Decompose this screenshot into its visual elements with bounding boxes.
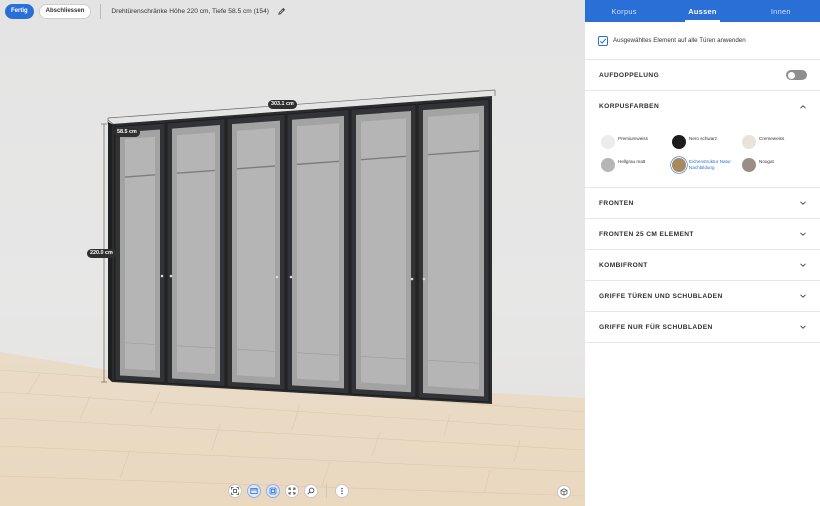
door-knob[interactable] (410, 277, 414, 281)
toggle-knob (787, 71, 795, 79)
top-toolbar: Fertig Abschliessen Drehtürenschränke Hö… (5, 3, 286, 19)
color-swatch (672, 135, 686, 149)
wardrobe-interior (177, 132, 215, 374)
fit-view-icon[interactable] (228, 484, 242, 498)
color-option-premiumweiss[interactable]: Premiumweiss (601, 135, 648, 149)
color-label: Eichenstruktur Natur Nachbildung (689, 159, 731, 170)
width-dimension-label: 303.1 cm (268, 100, 297, 109)
color-label: Hellgrau matt (618, 159, 646, 164)
height-dimension-label: 220.0 cm (87, 249, 116, 258)
door-knob[interactable] (160, 274, 164, 278)
wardrobe-interior (125, 136, 155, 371)
apply-to-all-checkbox[interactable] (598, 35, 608, 46)
done-button[interactable]: Fertig (5, 3, 34, 19)
chevron-down-icon[interactable] (799, 199, 807, 207)
section-griffe-schubladen[interactable]: GRIFFE NUR FÜR SCHUBLADEN (585, 312, 820, 343)
apply-to-all-label: Ausgewähltes Element auf alle Türen anwe… (613, 37, 746, 44)
3d-viewport[interactable]: Fertig Abschliessen Drehtürenschränke Hö… (0, 0, 585, 506)
chevron-down-icon[interactable] (799, 261, 807, 269)
section-title: FRONTEN (599, 199, 634, 207)
3d-cube-icon[interactable] (557, 485, 571, 499)
section-title: GRIFFE NUR FÜR SCHUBLADEN (599, 323, 713, 331)
color-option-eichenstruktur[interactable]: Eichenstruktur Natur Nachbildung (672, 158, 737, 172)
depth-dimension-label: 58.5 cm (114, 128, 140, 137)
tab-korpus[interactable]: Korpus (585, 0, 663, 22)
color-option-hellgrau-matt[interactable]: Hellgrau matt (601, 158, 645, 172)
color-option-cremeweiss[interactable]: Cremeweiss (742, 135, 784, 149)
chevron-down-icon[interactable] (799, 292, 807, 300)
color-label: Nero schwarz (689, 136, 718, 141)
wardrobe-interior (237, 127, 275, 378)
chevron-down-icon[interactable] (799, 323, 807, 331)
fullscreen-icon[interactable] (285, 484, 299, 498)
pencil-icon[interactable] (277, 7, 286, 16)
zoom-icon[interactable] (304, 484, 318, 498)
front-view-icon[interactable] (247, 484, 261, 498)
product-title: Drehtürenschränke Höhe 220 cm, Tiefe 58.… (111, 7, 269, 15)
more-icon[interactable] (335, 484, 349, 498)
section-title-korpusfarben: KORPUSFARBEN (599, 103, 660, 110)
color-label: Cremeweiss (759, 136, 785, 141)
door-knob[interactable] (289, 275, 293, 279)
color-swatch (601, 158, 615, 172)
color-swatch (742, 158, 756, 172)
top-view-icon[interactable] (266, 484, 280, 498)
color-swatch-selected (672, 158, 686, 172)
section-title: KOMBIFRONT (599, 261, 648, 269)
section-korpusfarben[interactable]: KORPUSFARBEN (585, 91, 820, 122)
korpusfarben-swatches: Premiumweiss Nero schwarz Cremeweiss Hel… (585, 122, 820, 188)
checkmark-icon (599, 37, 607, 44)
color-option-nougat[interactable]: Nougat (742, 158, 774, 172)
section-fronten-25cm[interactable]: FRONTEN 25 CM ELEMENT (585, 219, 820, 250)
color-swatch (742, 135, 756, 149)
chevron-down-icon[interactable] (799, 230, 807, 238)
configurator-panel: Korpus Aussen Innen Ausgewähltes Element… (585, 0, 820, 506)
color-label: Nougat (759, 159, 774, 164)
section-fronten[interactable]: FRONTEN (585, 188, 820, 219)
color-option-nero-schwarz[interactable]: Nero schwarz (672, 135, 717, 149)
finish-button[interactable]: Abschliessen (38, 3, 92, 19)
section-title: GRIFFE TÜREN UND SCHUBLADEN (599, 292, 723, 300)
apply-to-all-row[interactable]: Ausgewähltes Element auf alle Türen anwe… (585, 22, 820, 60)
door-knob[interactable] (275, 275, 279, 279)
section-title-aufdoppelung: AUFDOPPELUNG (599, 71, 660, 79)
section-griffe-tueren[interactable]: GRIFFE TÜREN UND SCHUBLADEN (585, 281, 820, 312)
section-aufdoppelung: AUFDOPPELUNG (585, 60, 820, 91)
door-knob[interactable] (422, 277, 426, 281)
aufdoppelung-toggle[interactable] (786, 70, 807, 80)
section-kombifront[interactable]: KOMBIFRONT (585, 250, 820, 281)
toolbar-divider (100, 3, 102, 19)
view-tools (228, 484, 349, 498)
chevron-up-icon[interactable] (799, 103, 807, 111)
tab-innen[interactable]: Innen (742, 0, 820, 22)
color-label: Premiumweiss (618, 136, 648, 141)
tab-aussen[interactable]: Aussen (663, 0, 741, 22)
section-title: FRONTEN 25 CM ELEMENT (599, 230, 694, 238)
color-swatch (601, 135, 615, 149)
tools-divider (326, 484, 327, 498)
panel-tabs: Korpus Aussen Innen (585, 0, 820, 22)
door-knob[interactable] (169, 274, 173, 278)
